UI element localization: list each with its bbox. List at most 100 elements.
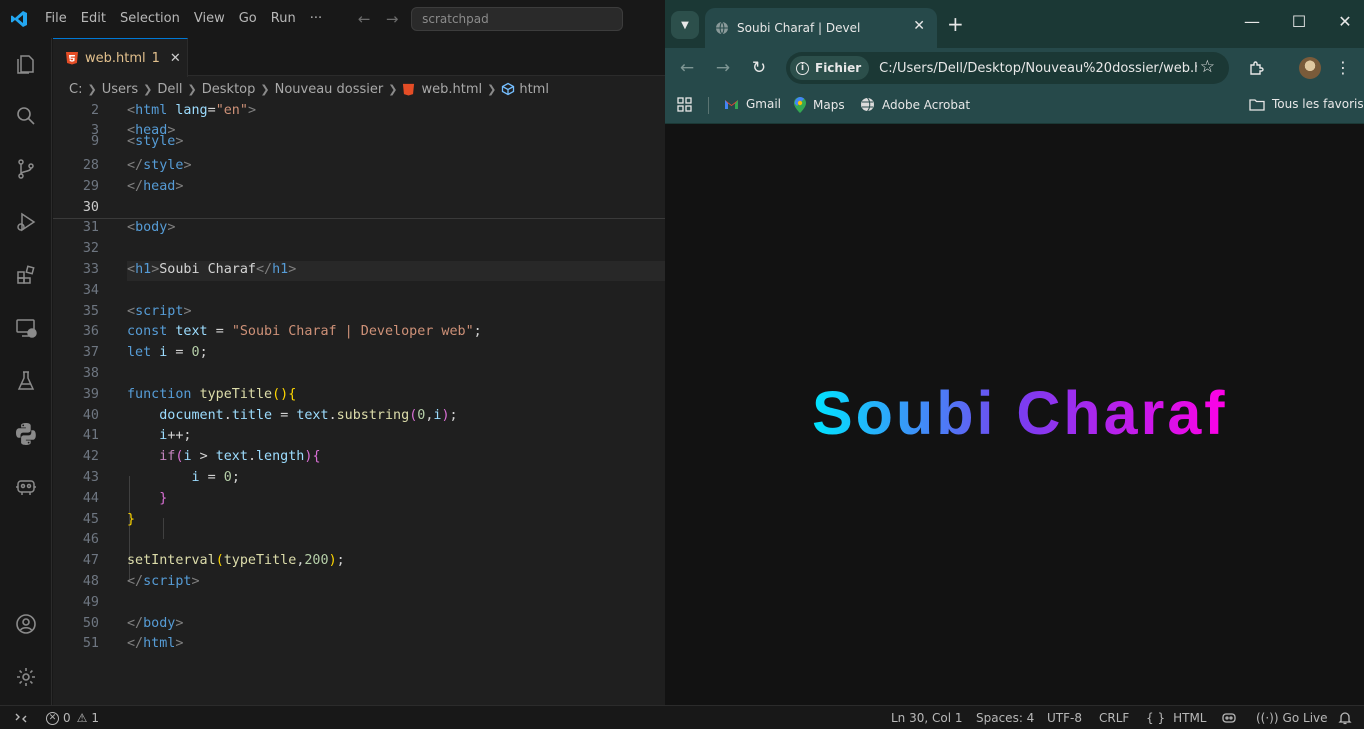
code-line[interactable]: 43 i = 0; — [53, 467, 665, 488]
remote-indicator-icon[interactable] — [8, 706, 34, 729]
line-number: 30 — [82, 200, 99, 215]
code-line[interactable]: 36 const text = "Soubi Charaf | Developer… — [53, 321, 665, 342]
code-line[interactable]: 41 i++; — [53, 425, 665, 446]
code-line[interactable]: 32 — [53, 238, 665, 259]
code-line[interactable]: 51 </html> — [53, 633, 665, 654]
chevron-right-icon: ❯ — [388, 82, 398, 96]
minimize-icon[interactable]: — — [1237, 12, 1267, 31]
maximize-icon[interactable]: ☐ — [1284, 12, 1314, 31]
settings-gear-icon[interactable] — [0, 653, 52, 701]
breadcrumb-drive[interactable]: C: — [69, 82, 82, 97]
code-line[interactable]: 2 <html lang="en"> — [53, 100, 665, 121]
all-bookmarks-folder[interactable]: Tous les favoris — [1249, 97, 1364, 111]
bookmark-maps[interactable]: Maps — [794, 97, 845, 113]
copilot-icon[interactable] — [0, 463, 52, 511]
url-text[interactable]: C:/Users/Dell/Desktop/Nouveau%20dossier/… — [879, 61, 1197, 76]
code-line[interactable]: 39 function typeTitle(){ — [53, 384, 665, 405]
back-arrow-icon[interactable]: ← — [675, 56, 699, 80]
back-arrow-icon[interactable]: ← — [353, 10, 375, 28]
code-line[interactable]: 46 — [53, 529, 665, 550]
code-text: <body> — [127, 220, 176, 235]
code-line[interactable]: 49 — [53, 592, 665, 613]
forward-arrow-icon[interactable]: → — [381, 10, 403, 28]
code-text: <html lang="en"> — [127, 103, 256, 118]
code-line[interactable]: 38 — [53, 363, 665, 384]
bookmark-gmail[interactable]: Gmail — [724, 97, 781, 111]
code-line[interactable]: 45} — [53, 509, 665, 530]
breadcrumb-folder[interactable]: Nouveau dossier — [275, 82, 384, 97]
indentation-status[interactable]: Spaces: 4 — [976, 706, 1034, 729]
run-debug-icon[interactable] — [0, 198, 52, 246]
menu-go[interactable]: Go — [232, 0, 264, 38]
site-info-chip[interactable]: i Fichier — [790, 56, 870, 80]
code-line[interactable]: 44 } — [53, 488, 665, 509]
code-line[interactable]: 40 document.title = text.substring(0,i); — [53, 405, 665, 426]
notifications-bell-icon[interactable] — [1338, 706, 1352, 729]
code-line[interactable]: 50 </body> — [53, 613, 665, 634]
line-number: 37 — [82, 345, 99, 360]
html5-file-icon — [403, 83, 415, 96]
new-tab-plus-icon[interactable]: + — [947, 12, 964, 36]
extensions-puzzle-icon[interactable] — [1245, 56, 1269, 80]
menu-more[interactable]: ··· — [303, 0, 329, 38]
apps-grid-icon[interactable] — [677, 97, 692, 112]
kebab-menu-icon[interactable]: ⋮ — [1331, 56, 1355, 80]
menu-selection[interactable]: Selection — [113, 0, 187, 38]
language-mode[interactable]: { } HTML — [1146, 706, 1207, 729]
search-icon[interactable] — [0, 92, 52, 140]
browser-tab-active[interactable]: Soubi Charaf | Devel ✕ — [705, 8, 937, 48]
globe-favicon-icon — [716, 21, 728, 35]
accounts-icon[interactable] — [0, 600, 52, 648]
breadcrumb-users[interactable]: Users — [102, 82, 138, 97]
code-line[interactable]: 37 let i = 0; — [53, 342, 665, 363]
code-text: </html> — [127, 636, 184, 651]
code-line[interactable]: 42 if(i > text.length){ — [53, 446, 665, 467]
go-live-button[interactable]: ((·)) Go Live — [1256, 706, 1328, 729]
code-line[interactable]: 35 <script> — [53, 301, 665, 322]
code-line[interactable]: 34 — [53, 280, 665, 301]
chevron-down-icon: ▼ — [681, 19, 689, 31]
code-line[interactable]: 29 </head> — [53, 176, 665, 197]
code-line[interactable]: 47 setInterval(typeTitle,200); — [53, 550, 665, 571]
code-line[interactable]: 31 <body> — [53, 217, 665, 238]
menu-run[interactable]: Run — [264, 0, 303, 38]
source-control-icon[interactable] — [0, 145, 52, 193]
breadcrumb-dell[interactable]: Dell — [157, 82, 182, 97]
url-value: C:/Users/Dell/Desktop/Nouveau%20dossier/… — [879, 60, 1198, 76]
reload-icon[interactable]: ↻ — [747, 56, 771, 80]
code-line[interactable]: 28 </style> — [53, 155, 665, 176]
forward-arrow-icon[interactable]: → — [711, 56, 735, 80]
code-line[interactable]: 9 <style> — [53, 135, 665, 149]
profile-avatar[interactable] — [1299, 57, 1321, 79]
tab-close-icon[interactable]: ✕ — [170, 51, 181, 66]
command-center-search[interactable]: scratchpad — [411, 7, 624, 31]
bookmark-star-icon[interactable]: ☆ — [1200, 57, 1215, 77]
problems-indicator[interactable]: ✕ 0 ⚠ 1 — [46, 706, 99, 729]
breadcrumb-symbol[interactable]: html — [519, 82, 549, 97]
window-close-icon[interactable]: ✕ — [1330, 12, 1360, 31]
code-line[interactable]: 33 <h1>Soubi Charaf</h1> — [53, 259, 665, 280]
bookmark-adobe-acrobat[interactable]: Adobe Acrobat — [860, 97, 970, 112]
explorer-icon[interactable] — [0, 40, 52, 88]
browser-toolbar: ← → ↻ i Fichier C:/Users/Dell/Desktop/No… — [665, 48, 1364, 88]
breadcrumb-desktop[interactable]: Desktop — [202, 82, 256, 97]
code-line[interactable]: 3 <head> — [53, 121, 665, 138]
encoding-status[interactable]: UTF-8 — [1047, 706, 1082, 729]
testing-flask-icon[interactable] — [0, 357, 52, 405]
breadcrumb-file[interactable]: web.html — [421, 82, 482, 97]
extensions-icon[interactable] — [0, 251, 52, 299]
tab-web-html[interactable]: web.html 1 ✕ — [53, 38, 188, 77]
python-icon[interactable] — [0, 410, 52, 458]
eol-status[interactable]: CRLF — [1099, 706, 1129, 729]
address-bar[interactable]: i Fichier C:/Users/Dell/Desktop/Nouveau%… — [786, 52, 1229, 84]
menu-view[interactable]: View — [187, 0, 232, 38]
remote-explorer-icon[interactable] — [0, 304, 52, 352]
copilot-status-icon[interactable] — [1221, 706, 1237, 729]
code-line[interactable]: 48 </script> — [53, 571, 665, 592]
close-tab-icon[interactable]: ✕ — [913, 18, 925, 34]
tab-search-button[interactable]: ▼ — [671, 11, 699, 39]
menu-file[interactable]: File — [38, 0, 74, 38]
menu-edit[interactable]: Edit — [74, 0, 113, 38]
code-line[interactable]: 30 — [53, 197, 665, 218]
cursor-position[interactable]: Ln 30, Col 1 — [891, 706, 963, 729]
